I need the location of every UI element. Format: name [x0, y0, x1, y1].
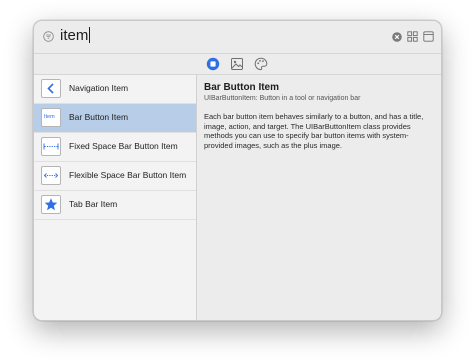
list-item-label: Flexible Space Bar Button Item — [69, 170, 187, 180]
library-window: item Navigation Item Item Bar Button Ite… — [33, 20, 442, 321]
clear-search-icon[interactable] — [392, 32, 402, 42]
text-caret — [89, 27, 91, 43]
grid-view-icon[interactable] — [407, 31, 418, 42]
media-library-icon[interactable] — [230, 57, 244, 71]
list-item-label: Navigation Item — [69, 83, 129, 93]
detail-title: Bar Button Item — [204, 82, 279, 93]
flexible-space-icon — [43, 173, 59, 178]
library-tab-bar — [34, 54, 441, 75]
search-input[interactable]: item — [60, 26, 91, 46]
list-item-tab-bar-item[interactable]: Tab Bar Item — [34, 191, 196, 220]
objects-library-icon[interactable] — [206, 57, 220, 71]
bar-button-item-thumbnail: Item — [41, 108, 61, 127]
flexible-space-thumbnail — [41, 166, 61, 185]
list-item-flexible-space-bar-button-item[interactable]: Flexible Space Bar Button Item — [34, 162, 196, 191]
list-item-bar-button-item[interactable]: Item Bar Button Item — [34, 104, 196, 133]
star-icon — [44, 198, 58, 211]
panel-toggle-icon[interactable] — [423, 31, 434, 42]
list-item-label: Tab Bar Item — [69, 199, 118, 209]
search-bar: item — [34, 21, 441, 54]
thumbnail-text: Item — [44, 114, 55, 120]
list-item-fixed-space-bar-button-item[interactable]: Fixed Space Bar Button Item — [34, 133, 196, 162]
detail-panel: Bar Button Item UIBarButtonItem: Button … — [197, 75, 441, 320]
list-item-label: Fixed Space Bar Button Item — [69, 141, 178, 151]
list-item-label: Bar Button Item — [69, 112, 129, 122]
chevron-left-icon — [47, 83, 54, 94]
detail-subtitle: UIBarButtonItem: Button in a tool or nav… — [204, 95, 361, 102]
search-query: item — [60, 27, 89, 44]
list-item-navigation-item[interactable]: Navigation Item — [34, 75, 196, 104]
color-library-icon[interactable] — [254, 57, 268, 71]
library-list: Navigation Item Item Bar Button Item Fix… — [34, 75, 197, 320]
navigation-item-thumbnail — [41, 79, 61, 98]
tab-bar-item-thumbnail — [41, 195, 61, 214]
detail-description: Each bar button item behaves similarly t… — [204, 112, 424, 150]
fixed-space-thumbnail — [41, 137, 61, 156]
filter-icon[interactable] — [43, 31, 54, 42]
fixed-space-icon — [43, 143, 59, 150]
